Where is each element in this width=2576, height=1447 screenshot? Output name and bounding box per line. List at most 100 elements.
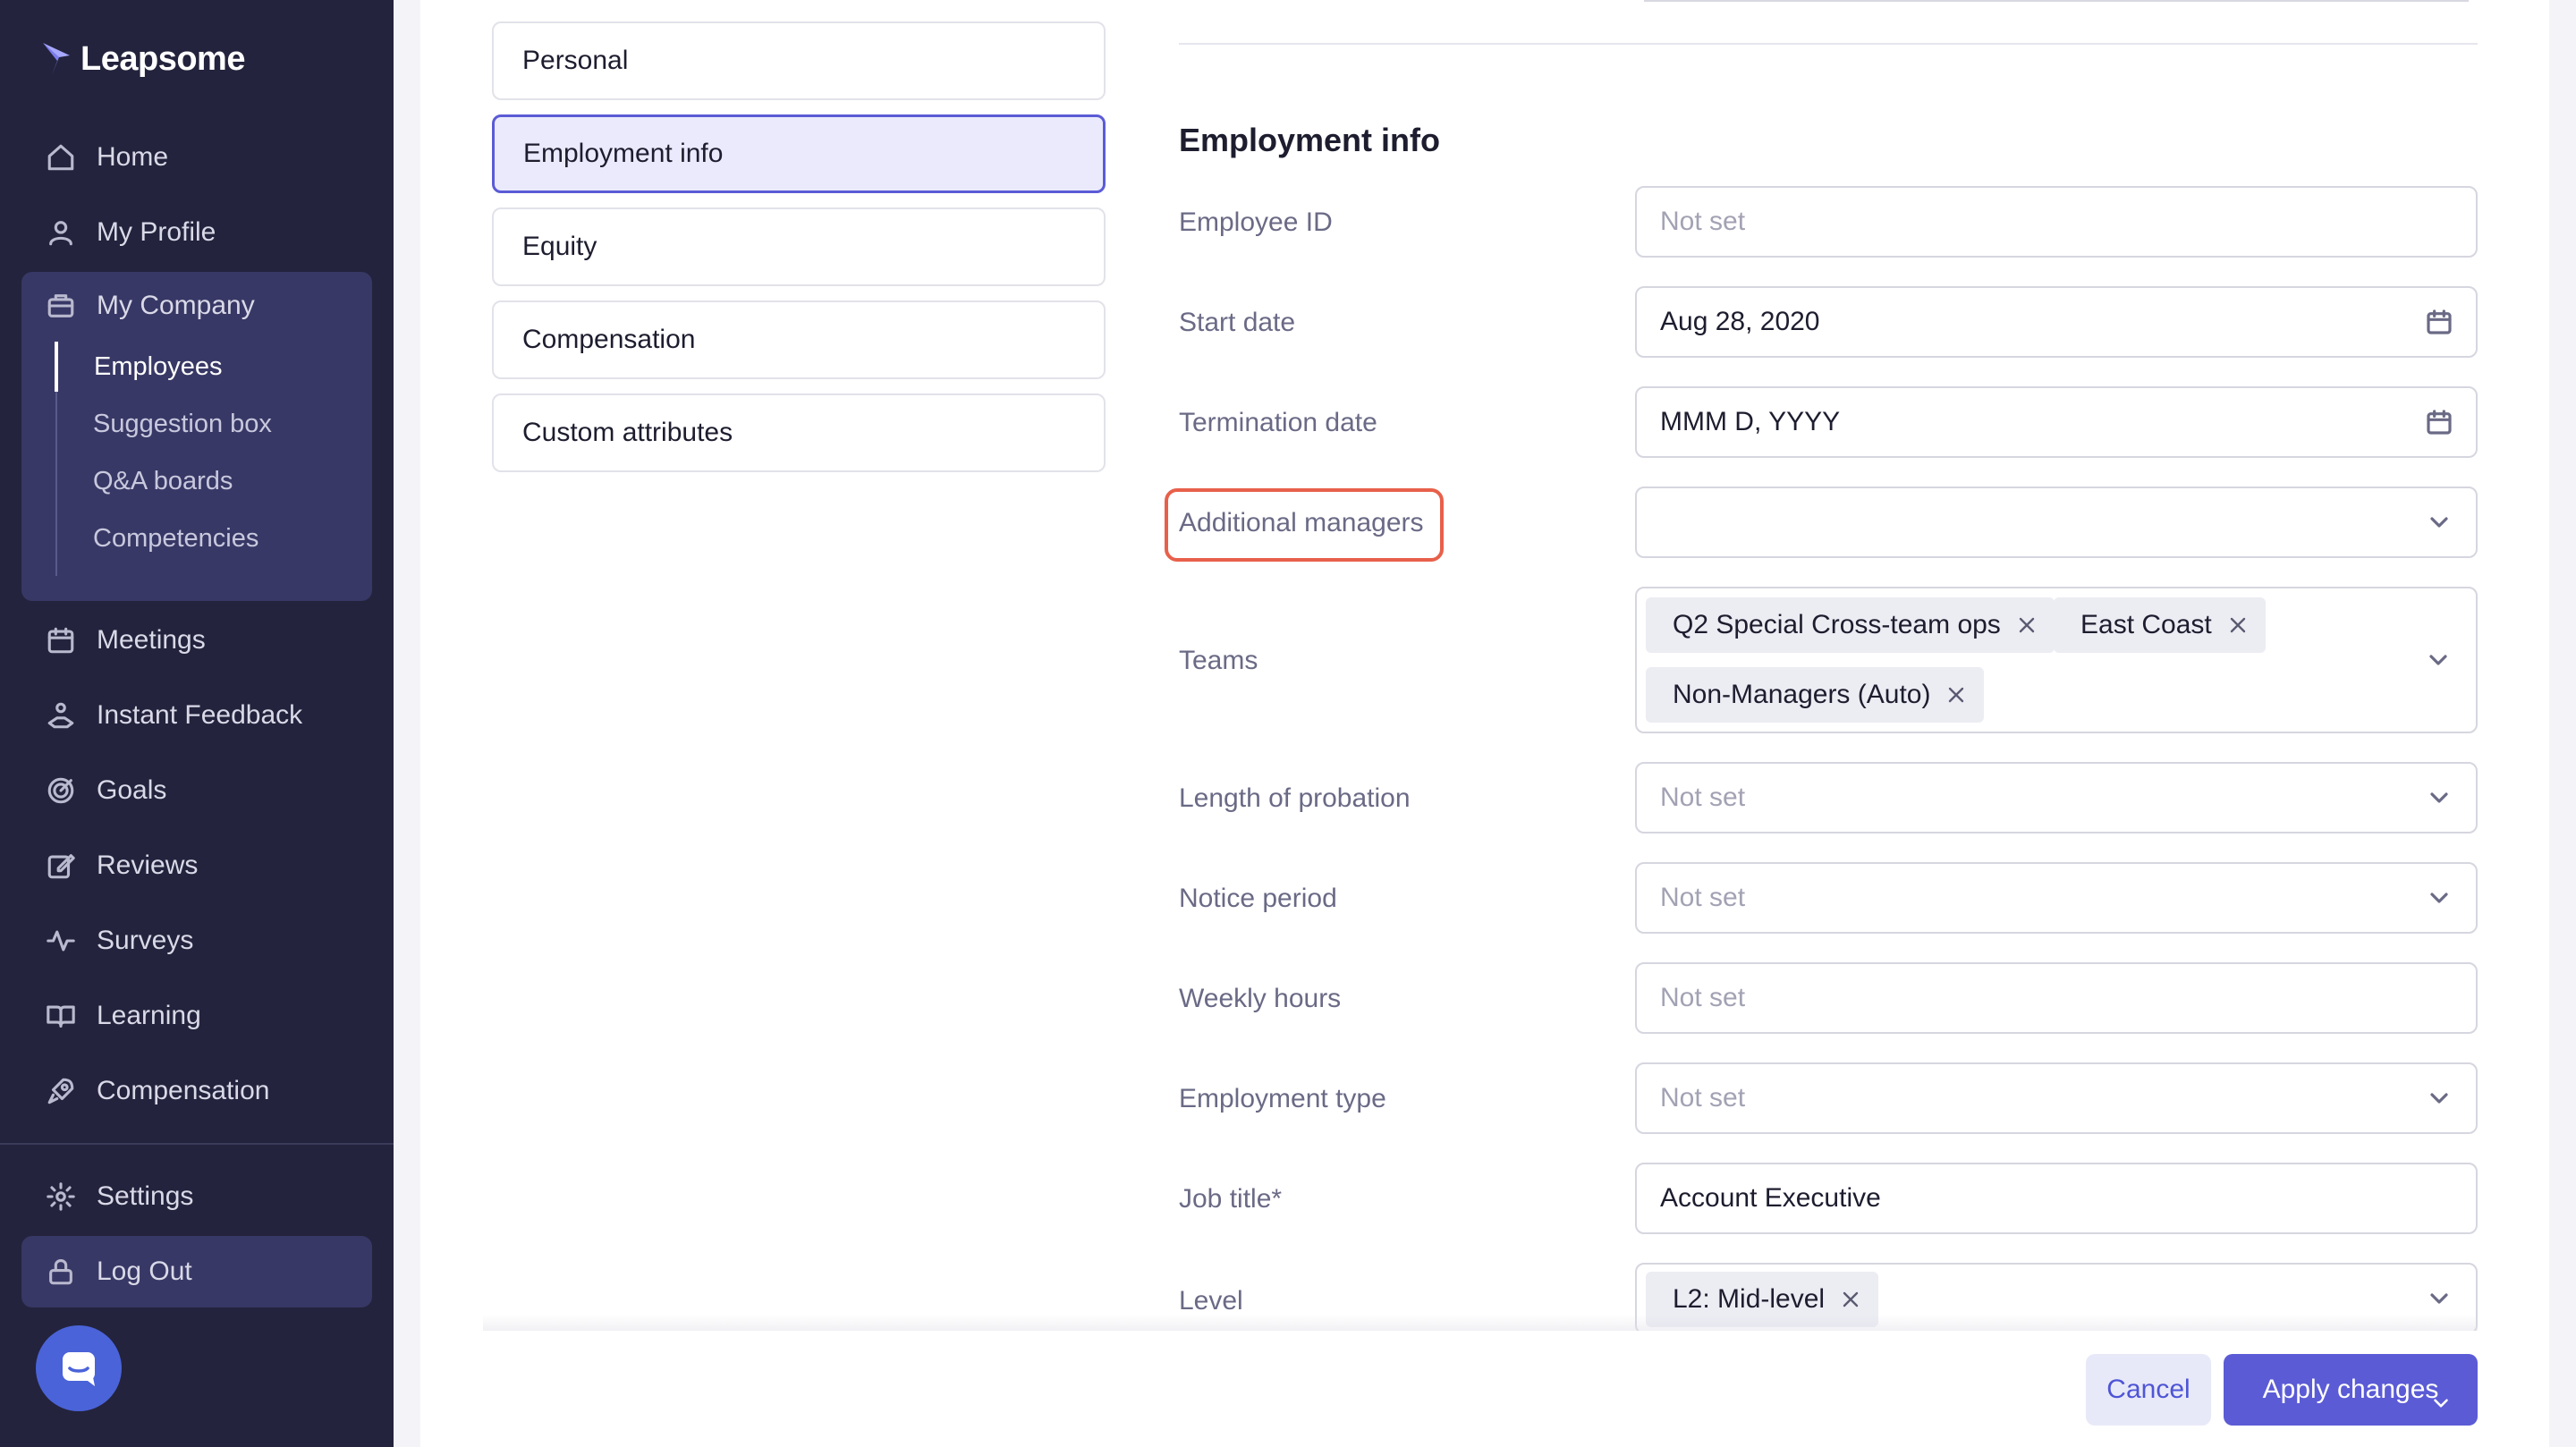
close-icon[interactable] <box>1841 1290 1860 1309</box>
nav-item-settings[interactable]: Settings <box>21 1163 372 1231</box>
section-tab-employment-info[interactable]: Employment info <box>492 114 1106 193</box>
termination-date-value: MMM D, YYYY <box>1660 407 1841 436</box>
teams-label: Teams <box>1179 646 1258 675</box>
section-tab-custom-attributes[interactable]: Custom attributes <box>492 393 1106 472</box>
chip-label: Non-Managers (Auto) <box>1673 680 1931 709</box>
subnav-item-employees[interactable]: Employees <box>55 342 341 392</box>
nav-item-label: Compensation <box>97 1076 270 1105</box>
nav-item-label: Surveys <box>97 926 194 955</box>
form-title: Employment info <box>1179 122 1441 158</box>
team-chip: Non-Managers (Auto) <box>1646 667 1985 723</box>
chip-label: Q2 Special Cross-team ops <box>1673 610 2001 639</box>
lock-icon <box>45 1256 77 1288</box>
section-tab-compensation[interactable]: Compensation <box>492 300 1106 379</box>
chevron-down-icon[interactable] <box>2424 1283 2454 1314</box>
calendar-icon[interactable] <box>2424 307 2454 337</box>
nav-item-goals[interactable]: Goals <box>21 757 372 825</box>
subnav-item-qa-boards[interactable]: Q&A boards <box>57 456 343 506</box>
section-tab-personal[interactable]: Personal <box>492 21 1106 100</box>
leapsome-logo[interactable]: Leapsome <box>39 39 245 79</box>
job-title-input[interactable]: Account Executive <box>1635 1163 2478 1234</box>
length-of-probation-select[interactable]: Not set <box>1635 762 2478 834</box>
notice-period-select[interactable]: Not set <box>1635 862 2478 934</box>
nav-item-meetings[interactable]: Meetings <box>21 606 372 674</box>
briefcase-icon <box>45 290 77 322</box>
chevron-down-icon[interactable] <box>2424 646 2454 676</box>
user-icon <box>45 216 77 249</box>
chevron-down-icon <box>2429 1392 2453 1415</box>
nav-item-learning[interactable]: Learning <box>21 982 372 1050</box>
employee-id-input[interactable]: Not set <box>1635 186 2478 258</box>
chip-label: East Coast <box>2080 610 2212 639</box>
section-tab-equity[interactable]: Equity <box>492 207 1106 286</box>
nav-item-label: Settings <box>97 1181 194 1211</box>
employment-type-value: Not set <box>1660 1083 1746 1113</box>
length-of-probation-label: Length of probation <box>1179 783 1411 813</box>
nav-item-compensation[interactable]: Compensation <box>21 1057 372 1125</box>
additional-managers-label: Additional managers <box>1179 508 1424 537</box>
close-icon[interactable] <box>2228 615 2248 635</box>
chat-icon <box>63 1352 95 1386</box>
close-icon[interactable] <box>1946 685 1966 705</box>
sidebar-divider <box>0 1143 394 1145</box>
teams-multiselect[interactable]: Q2 Special Cross-team ops East Coast Non… <box>1635 587 2478 733</box>
nav-item-label: My Company <box>97 291 255 320</box>
my-company-subnav: Employees Suggestion box Q&A boards Comp… <box>55 342 360 576</box>
employment-type-label: Employment type <box>1179 1084 1386 1113</box>
nav-item-label: Reviews <box>97 850 199 880</box>
chevron-down-icon[interactable] <box>2424 507 2454 537</box>
top-field-edge <box>1644 0 2469 2</box>
nav-item-surveys[interactable]: Surveys <box>21 907 372 975</box>
logout-group: Log Out <box>21 1236 372 1307</box>
termination-date-label: Termination date <box>1179 408 1377 437</box>
edit-icon <box>45 850 77 882</box>
support-chat-button[interactable] <box>36 1325 122 1411</box>
gear-icon <box>45 1180 77 1213</box>
nav-item-my-company[interactable]: My Company <box>21 272 372 340</box>
left-gutter <box>394 0 420 1447</box>
nav-item-reviews[interactable]: Reviews <box>21 832 372 900</box>
chip-label: L2: Mid-level <box>1673 1284 1826 1314</box>
my-company-group: My Company Employees Suggestion box Q&A … <box>21 272 372 601</box>
footer-shadow <box>483 1315 2478 1333</box>
chevron-down-icon[interactable] <box>2424 883 2454 913</box>
weekly-hours-label: Weekly hours <box>1179 984 1342 1013</box>
logout-button[interactable]: Log Out <box>21 1238 372 1306</box>
team-chip: Q2 Special Cross-team ops <box>1646 597 2055 653</box>
weekly-hours-input[interactable]: Not set <box>1635 962 2478 1034</box>
nav-item-label: My Profile <box>97 217 216 247</box>
target-icon <box>45 774 77 807</box>
nav-item-label: Meetings <box>97 625 206 655</box>
section-divider <box>1179 43 2478 45</box>
nav-item-label: Learning <box>97 1001 201 1030</box>
nav-item-instant-feedback[interactable]: Instant Feedback <box>21 681 372 749</box>
start-date-value: Aug 28, 2020 <box>1660 307 1820 336</box>
nav-item-home[interactable]: Home <box>21 123 372 191</box>
sidebar: Leapsome Home My Profile My Company Empl… <box>0 0 394 1447</box>
employment-type-select[interactable]: Not set <box>1635 1062 2478 1134</box>
nav-item-label: Instant Feedback <box>97 700 303 730</box>
nav-item-label: Log Out <box>97 1257 192 1286</box>
calendar-icon[interactable] <box>2424 407 2454 437</box>
termination-date-input[interactable]: MMM D, YYYY <box>1635 386 2478 458</box>
notice-period-label: Notice period <box>1179 884 1337 913</box>
additional-managers-select[interactable] <box>1635 487 2478 558</box>
length-of-probation-value: Not set <box>1660 783 1746 812</box>
rocket-icon <box>45 1075 77 1107</box>
start-date-label: Start date <box>1179 308 1296 337</box>
chevron-down-icon[interactable] <box>2424 783 2454 813</box>
start-date-input[interactable]: Aug 28, 2020 <box>1635 286 2478 358</box>
right-gutter <box>2549 0 2576 1447</box>
home-icon <box>45 141 77 173</box>
app-name: Leapsome <box>80 39 245 78</box>
chevron-down-icon[interactable] <box>2424 1083 2454 1113</box>
subnav-item-suggestion-box[interactable]: Suggestion box <box>57 399 343 449</box>
pulse-icon <box>45 925 77 957</box>
subnav-item-competencies[interactable]: Competencies <box>57 513 343 563</box>
nav-item-label: Goals <box>97 775 167 805</box>
cancel-button[interactable]: Cancel <box>2086 1354 2211 1426</box>
nav-item-my-profile[interactable]: My Profile <box>21 199 372 267</box>
employee-id-label: Employee ID <box>1179 207 1333 237</box>
close-icon[interactable] <box>2017 615 2037 635</box>
feedback-hand-icon <box>45 699 77 732</box>
